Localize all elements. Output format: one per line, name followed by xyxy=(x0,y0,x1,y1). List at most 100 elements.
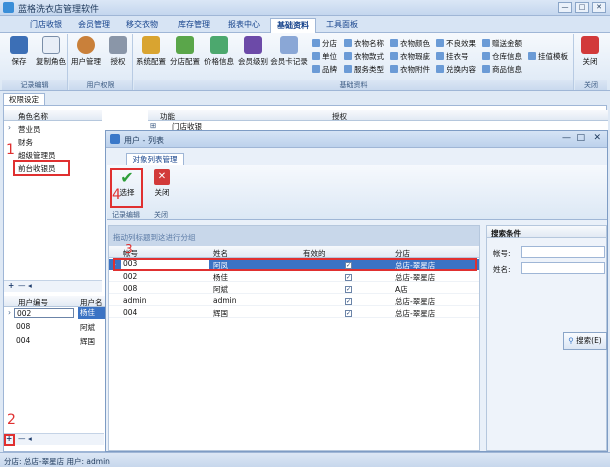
grid-icon xyxy=(436,39,444,47)
dialog-close-button[interactable]: ✕ 关闭 xyxy=(149,169,175,198)
small-btn-hang-number[interactable]: 挂衣号 xyxy=(436,51,469,62)
tab-basic-data[interactable]: 基础资料 xyxy=(270,18,316,33)
role-item-selected[interactable]: 前台收银员 xyxy=(18,163,56,174)
member-level-button[interactable]: 会员级别 xyxy=(236,36,270,67)
group-records: 保存 复制角色 记录编辑 xyxy=(2,34,68,90)
name-input[interactable] xyxy=(521,262,605,274)
user-row[interactable]: 004 辉国 xyxy=(4,335,106,348)
key-icon xyxy=(109,36,127,54)
card-icon xyxy=(280,36,298,54)
small-btn-template[interactable]: 挂值模板 xyxy=(528,51,568,62)
role-item[interactable]: 财务 xyxy=(18,137,33,148)
dialog-title-bar: 用户 - 列表 — □ ✕ xyxy=(106,131,607,148)
user-num-editor[interactable]: 002 xyxy=(14,308,74,318)
user-row[interactable]: 008 阿斌 xyxy=(4,321,106,334)
small-btn-brand[interactable]: 品牌 xyxy=(312,64,337,75)
small-btn-bad-effect[interactable]: 不良效果 xyxy=(436,38,476,49)
copy-role-button[interactable]: 复制角色 xyxy=(34,36,68,67)
table-row[interactable]: 008 阿斌 ✓ A店 xyxy=(109,283,479,294)
small-btn-cloth-attachment[interactable]: 衣物附件 xyxy=(390,64,430,75)
ribbon-close-button[interactable]: 关闭 xyxy=(575,36,605,67)
table-row[interactable]: 004 辉国 ✓ 总店-翠星店 xyxy=(109,307,479,318)
search-button[interactable]: ⚲ 搜索(E) xyxy=(563,332,607,350)
dialog-close-x-button[interactable]: ✕ xyxy=(593,133,601,143)
small-btn-cloth-color[interactable]: 衣物颜色 xyxy=(390,38,430,49)
remove-role-button[interactable]: — xyxy=(18,281,26,290)
group-basic: 系统配置 分店配置 价格信息 会员级别 会员卡记录 分店 衣物名称 衣物颜色 不… xyxy=(134,34,574,90)
valid-checkbox[interactable]: ✓ xyxy=(345,310,352,317)
tab-inventory[interactable]: 库存管理 xyxy=(172,18,216,33)
grid-icon xyxy=(436,65,444,73)
name-label: 姓名: xyxy=(493,265,511,274)
small-btn-warehouse[interactable]: 仓库信息 xyxy=(482,51,522,62)
tab-reports[interactable]: 报表中心 xyxy=(222,18,266,33)
search-panel: 搜索条件 帐号: 姓名: ⚲ 搜索(E) xyxy=(486,225,607,451)
tab-cashier[interactable]: 门店收银 xyxy=(22,18,70,33)
valid-checkbox[interactable]: ✓ xyxy=(345,298,352,305)
add-role-button[interactable]: + xyxy=(8,281,14,290)
member-icon xyxy=(244,36,262,54)
small-btn-unit[interactable]: 单位 xyxy=(312,51,337,62)
small-btn-exchange[interactable]: 兑换内容 xyxy=(436,64,476,75)
prev-role-button[interactable]: ◂ xyxy=(28,281,32,290)
table-row[interactable]: admin admin ✓ 总店-翠星店 xyxy=(109,295,479,306)
add-user-button[interactable]: + xyxy=(6,434,12,443)
minimize-button[interactable]: — xyxy=(558,2,572,13)
user-icon xyxy=(77,36,95,54)
grid-icon xyxy=(344,65,352,73)
table-row[interactable]: 002 杨佳 ✓ 总店-翠星店 xyxy=(109,271,479,282)
checkmark-icon: ✔ xyxy=(120,168,134,187)
maximize-button[interactable]: □ xyxy=(575,2,589,13)
dialog-maximize-button[interactable]: □ xyxy=(576,133,585,143)
small-btn-gift-amount[interactable]: 赠送金额 xyxy=(482,38,522,49)
tab-handover[interactable]: 移交衣物 xyxy=(120,18,164,33)
marker-1: 1 xyxy=(6,142,15,158)
authorize-button[interactable]: 授权 xyxy=(101,36,135,67)
small-btn-branch[interactable]: 分店 xyxy=(312,38,337,49)
cubes-icon xyxy=(142,36,160,54)
users-header: 用户编号 用户名 xyxy=(4,296,106,307)
user-grid: 拖动列标题到这进行分组 帐号 姓名 有效的 分店 3 › 003 阿凤 ✓ 总店… xyxy=(108,225,480,451)
tab-permission-settings[interactable]: 权限设定 xyxy=(3,93,45,105)
row-indicator-icon: › xyxy=(8,308,11,317)
tab-object-list[interactable]: 对象列表管理 xyxy=(126,153,184,165)
user-row[interactable]: › 002 杨佳 xyxy=(4,307,106,320)
account-input[interactable] xyxy=(521,246,605,258)
small-btn-cloth-flaw[interactable]: 衣物瑕疵 xyxy=(390,51,430,62)
status-text: 分店: 总店-翠星店 用户: admin xyxy=(4,457,110,466)
app-icon xyxy=(3,2,14,13)
status-bar: 分店: 总店-翠星店 用户: admin xyxy=(0,452,610,467)
small-btn-cloth-name[interactable]: 衣物名称 xyxy=(344,38,384,49)
close-window-button[interactable]: ✕ xyxy=(592,2,606,13)
remove-user-button[interactable]: — xyxy=(18,434,26,443)
title-bar: 蓝格洗衣店管理软件 — □ ✕ xyxy=(0,0,610,16)
save-button[interactable]: 保存 xyxy=(2,36,36,67)
grid-icon xyxy=(528,52,536,60)
small-btn-service-type[interactable]: 服务类型 xyxy=(344,64,384,75)
valid-checkbox[interactable]: ✓ xyxy=(345,286,352,293)
main-tabs: 门店收银 会员管理 移交衣物 库存管理 报表中心 基础资料 工具面板 xyxy=(0,16,610,33)
branch-config-button[interactable]: 分店配置 xyxy=(168,36,202,67)
role-item[interactable]: 营业员 xyxy=(18,124,41,135)
roles-nav-bar: + — ◂ xyxy=(4,280,102,292)
grid-icon xyxy=(390,65,398,73)
expand-icon[interactable]: ⊞ xyxy=(150,121,156,130)
grid-icon xyxy=(312,65,320,73)
small-btn-goods[interactable]: 商品信息 xyxy=(482,64,522,75)
dialog-minimize-button[interactable]: — xyxy=(562,133,571,143)
sys-config-button[interactable]: 系统配置 xyxy=(134,36,168,67)
user-manage-button[interactable]: 用户管理 xyxy=(69,36,103,67)
search-header: 搜索条件 xyxy=(487,226,606,238)
tab-members[interactable]: 会员管理 xyxy=(72,18,116,33)
grid-icon xyxy=(344,39,352,47)
member-card-record-button[interactable]: 会员卡记录 xyxy=(270,36,308,67)
grid-icon xyxy=(390,39,398,47)
price-info-button[interactable]: 价格信息 xyxy=(202,36,236,67)
function-grid-header: 功能 授权 xyxy=(148,110,608,121)
small-btn-cloth-style[interactable]: 衣物款式 xyxy=(344,51,384,62)
prev-user-button[interactable]: ◂ xyxy=(28,434,32,443)
tab-tools[interactable]: 工具面板 xyxy=(322,18,362,33)
valid-checkbox[interactable]: ✓ xyxy=(345,274,352,281)
user-grid-header: 帐号 姓名 有效的 分店 xyxy=(109,246,479,258)
roles-list: 营业员 › 财务 超级管理员 前台收银员 xyxy=(4,121,102,286)
